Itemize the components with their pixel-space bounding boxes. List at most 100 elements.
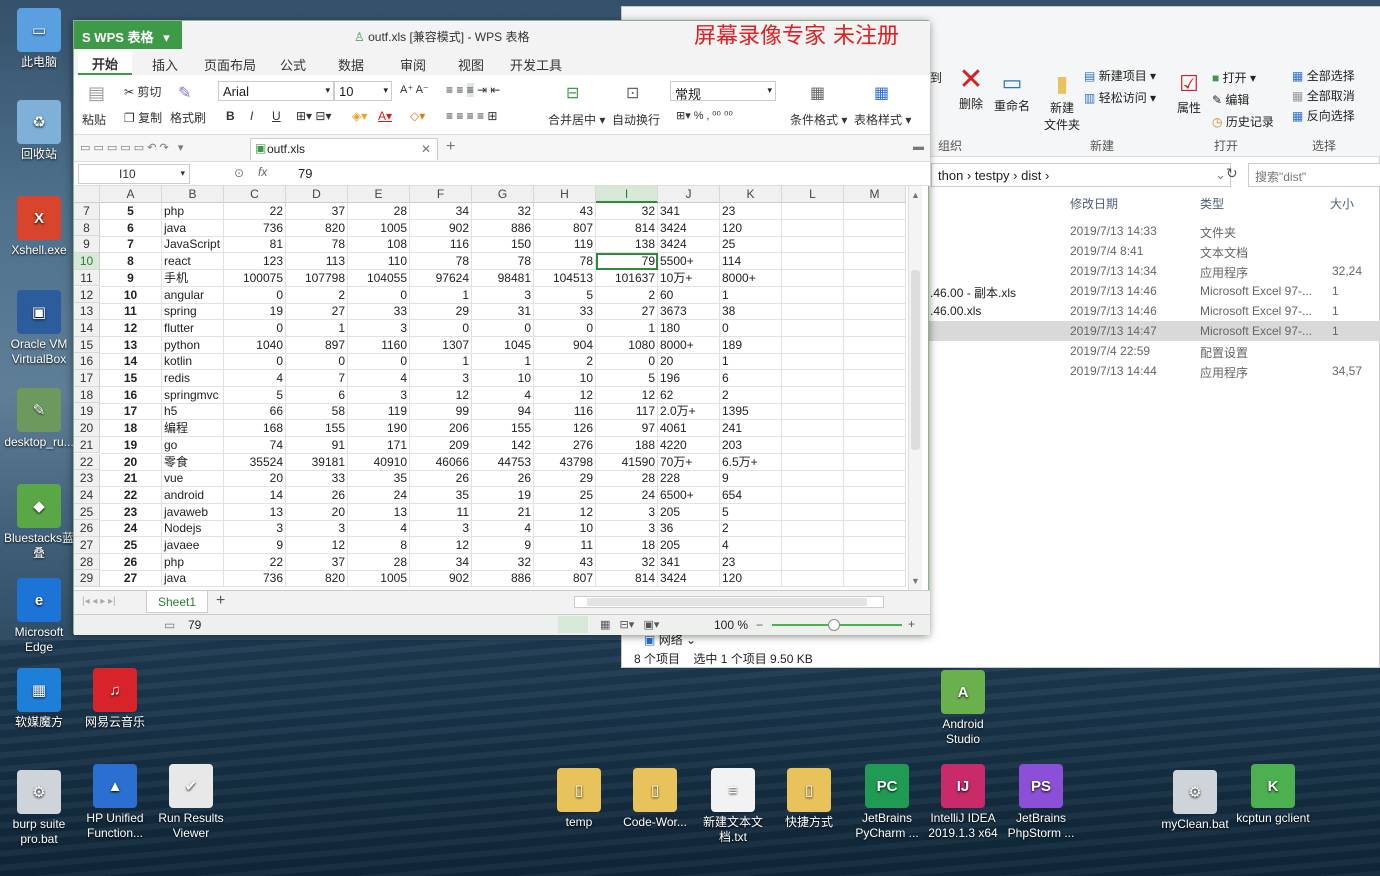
cell[interactable]: 0 (286, 353, 348, 371)
cell[interactable]: 1 (410, 353, 472, 371)
grow-font-button[interactable]: A⁺ A⁻ (400, 83, 429, 96)
cell[interactable]: 100075 (224, 269, 286, 287)
font-select[interactable]: Arial ▾ (218, 81, 334, 101)
tab-menu-icon[interactable]: ▬ (913, 141, 924, 153)
cell[interactable]: 74 (224, 436, 286, 454)
cell[interactable]: 78 (286, 236, 348, 254)
row-header[interactable]: 29 (74, 570, 100, 588)
cell[interactable]: 196 (658, 370, 720, 387)
cell[interactable]: 25 (100, 537, 162, 554)
cell[interactable]: 35524 (224, 453, 286, 471)
cell[interactable]: android (162, 486, 224, 504)
wrap-text-button[interactable]: 自动换行 (612, 111, 660, 128)
cell[interactable]: 150 (472, 236, 534, 254)
cell[interactable]: 98481 (472, 269, 534, 287)
history-button[interactable]: ◷ 历史记录 (1212, 113, 1274, 130)
cell[interactable]: 39181 (286, 453, 348, 471)
row-header[interactable]: 21 (74, 436, 100, 454)
cell[interactable]: 886 (472, 570, 534, 588)
cell[interactable]: 41590 (596, 453, 658, 471)
cell[interactable]: 20 (658, 353, 720, 371)
cell[interactable]: go (162, 436, 224, 454)
format-painter-button[interactable]: 格式刷 (170, 109, 206, 126)
cell[interactable] (844, 570, 906, 588)
cell[interactable]: 6 (100, 219, 162, 237)
cell[interactable]: 32 (472, 203, 534, 220)
cell[interactable]: 902 (410, 219, 472, 237)
cell[interactable]: 4 (348, 520, 410, 538)
cell[interactable] (844, 486, 906, 504)
cell[interactable]: 904 (534, 336, 596, 354)
cell[interactable]: 886 (472, 219, 534, 237)
scroll-down-icon[interactable]: ▼ (911, 576, 920, 586)
file-row[interactable]: 2019/7/4 8:41 文本文档 (922, 241, 1380, 261)
cell[interactable]: 12 (286, 537, 348, 554)
cell[interactable]: 4 (472, 386, 534, 404)
cell[interactable]: 1 (286, 319, 348, 337)
row-header[interactable]: 13 (74, 303, 100, 320)
cell[interactable]: 171 (348, 436, 410, 454)
cell[interactable]: 58 (286, 403, 348, 421)
document-tab[interactable]: ▣ outf.xls ✕ (250, 138, 438, 160)
cell[interactable]: 2 (596, 286, 658, 304)
row-header[interactable]: 27 (74, 537, 100, 554)
desktop-icon[interactable]: ▦ 软媒魔方 (0, 668, 78, 730)
cell[interactable]: 205 (658, 503, 720, 521)
cell[interactable]: 209 (410, 436, 472, 454)
delete-button[interactable]: ✕ 删除 (956, 65, 986, 112)
cell[interactable]: 1 (410, 286, 472, 304)
cell[interactable]: 8 (100, 253, 162, 271)
file-row[interactable]: 2019/7/13 14:34 应用程序 32,24 (922, 261, 1380, 281)
cell[interactable]: 902 (410, 570, 472, 588)
cell[interactable]: 12 (410, 386, 472, 404)
cell[interactable]: 91 (286, 436, 348, 454)
row-header[interactable]: 24 (74, 486, 100, 504)
cell[interactable] (844, 436, 906, 454)
cell[interactable]: 168 (224, 420, 286, 438)
border-button[interactable]: ⊞▾ ⊟▾ (296, 109, 332, 123)
cell[interactable]: 22 (100, 486, 162, 504)
cell[interactable]: 2 (720, 520, 782, 538)
cell[interactable]: 0 (348, 353, 410, 371)
cell[interactable]: 11 (534, 537, 596, 554)
desktop-icon[interactable]: PS JetBrains PhpStorm ... (1002, 764, 1080, 841)
cell[interactable]: 119 (348, 403, 410, 421)
cell[interactable]: 22 (224, 203, 286, 220)
align-top-icons[interactable]: ≡ ≡ ≡ ⇥ ⇤ (446, 83, 500, 97)
desktop-icon[interactable]: ▭ 此电脑 (0, 8, 78, 70)
cell[interactable] (844, 470, 906, 488)
row-header[interactable]: 17 (74, 370, 100, 387)
desktop-icon[interactable]: ▯ 快捷方式 (770, 768, 848, 830)
cell[interactable]: 33 (348, 303, 410, 321)
cell[interactable]: 6 (286, 386, 348, 404)
column-header-D[interactable]: D (286, 186, 348, 203)
cell[interactable] (844, 403, 906, 421)
file-row[interactable]: .46.00.xls 2019/7/13 14:46 Microsoft Excel… (922, 301, 1380, 321)
cell[interactable]: 0 (472, 319, 534, 337)
cell[interactable]: 110 (348, 253, 410, 271)
cell[interactable]: 46066 (410, 453, 472, 471)
cell[interactable] (782, 537, 844, 554)
cell[interactable]: 3 (596, 503, 658, 521)
menu-审阅[interactable]: 审阅 (400, 55, 426, 74)
cell[interactable]: 120 (720, 219, 782, 237)
italic-button[interactable]: I (250, 109, 253, 123)
cell[interactable] (782, 319, 844, 337)
cell[interactable]: 5 (100, 203, 162, 220)
cell[interactable]: 0 (534, 319, 596, 337)
cell[interactable]: 31 (472, 303, 534, 321)
cell[interactable]: 18 (100, 420, 162, 438)
cell[interactable]: 0 (224, 286, 286, 304)
cell[interactable] (782, 403, 844, 421)
cell[interactable]: 3 (224, 520, 286, 538)
row-header[interactable]: 26 (74, 520, 100, 537)
font-color-button[interactable]: A▾ (378, 109, 392, 123)
cell[interactable]: 13 (100, 336, 162, 354)
cell[interactable] (844, 336, 906, 354)
cell[interactable]: 26 (472, 470, 534, 488)
cell[interactable]: php (162, 203, 224, 220)
select-all-button[interactable]: ▦ 全部选择 (1292, 67, 1355, 84)
cell[interactable]: 20 (286, 503, 348, 521)
cell[interactable]: 142 (472, 436, 534, 454)
cell[interactable]: 23 (720, 553, 782, 571)
